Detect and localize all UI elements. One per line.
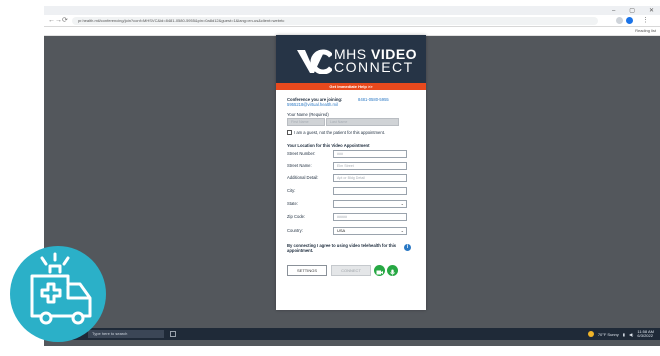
- window-controls: – ▢ ✕: [612, 6, 654, 15]
- country-select[interactable]: USA ⌄: [333, 227, 407, 235]
- get-help-link[interactable]: Get Immediate Help >>: [276, 83, 426, 90]
- city-input[interactable]: [333, 187, 407, 195]
- brand-subtitle: CONNECT: [334, 59, 414, 75]
- street-number-input[interactable]: ###: [333, 150, 407, 158]
- weather-text[interactable]: 70°F Sunny: [598, 332, 619, 337]
- camera-toggle-button[interactable]: [374, 265, 385, 276]
- clock[interactable]: 11:58 AM 6/3/2022: [637, 330, 654, 338]
- desktop-screenshot: – ▢ ✕ ← → ⟳ pr.health.mil/conferencing/j…: [44, 6, 660, 346]
- zip-code-label: Zip Code:: [287, 214, 306, 219]
- settings-button[interactable]: SETTINGS: [287, 265, 327, 276]
- additional-detail-input[interactable]: Apt or Bldg Detail: [333, 174, 407, 182]
- connect-button[interactable]: CONNECT: [331, 265, 371, 276]
- clock-date: 6/3/2022: [637, 333, 653, 338]
- ambulance-icon: [30, 252, 92, 325]
- chevron-down-icon: ⌄: [400, 201, 404, 206]
- last-name-input[interactable]: Last Name: [326, 118, 399, 126]
- url-bar[interactable]: pr.health.mil/conferencing/join?conf=MHS…: [72, 17, 598, 25]
- chevron-down-icon: ⌄: [400, 228, 404, 233]
- camera-icon: [376, 270, 383, 275]
- close-window-button[interactable]: ✕: [649, 7, 654, 14]
- info-icon[interactable]: i: [404, 244, 411, 251]
- video-connect-card: MHS VIDEO CONNECT Get Immediate Help >> …: [276, 35, 426, 310]
- window-title-bar: – ▢ ✕: [44, 6, 660, 15]
- menu-icon[interactable]: ⋮: [642, 16, 649, 26]
- guest-checkbox[interactable]: [287, 130, 292, 135]
- conference-id: 8481-0580-5955: [358, 97, 389, 102]
- street-name-label: Street Name:: [287, 163, 312, 168]
- microphone-icon: [390, 269, 395, 276]
- back-icon[interactable]: ←: [48, 16, 55, 26]
- city-label: City:: [287, 188, 296, 193]
- card-header: MHS VIDEO CONNECT: [276, 35, 426, 83]
- reading-list-link[interactable]: Reading list: [635, 28, 656, 33]
- country-label: Country:: [287, 228, 303, 233]
- task-view-icon[interactable]: [170, 331, 176, 337]
- microphone-toggle-button[interactable]: [387, 265, 398, 276]
- consent-text: By connecting I agree to using video tel…: [287, 243, 397, 253]
- street-name-input[interactable]: Elm Street: [333, 162, 407, 170]
- maximize-button[interactable]: ▢: [629, 7, 635, 14]
- weather-icon: [587, 331, 594, 337]
- forward-icon[interactable]: →: [55, 16, 62, 26]
- ambulance-badge: [10, 246, 106, 342]
- state-label: State:: [287, 201, 298, 206]
- conference-domain: 5955218@virtual.health.mil: [287, 102, 338, 107]
- profile-icon[interactable]: [626, 17, 633, 24]
- reload-icon[interactable]: ⟳: [62, 16, 68, 26]
- street-number-label: Street Number:: [287, 151, 316, 156]
- zip-code-input[interactable]: #####: [333, 213, 407, 221]
- country-value: USA: [337, 228, 346, 233]
- windows-taskbar: Type here to search 70°F Sunny ▮ ◀) 11:5…: [44, 328, 660, 340]
- network-icon[interactable]: ▮: [623, 332, 625, 337]
- first-name-input[interactable]: First Name: [287, 118, 325, 126]
- minimize-button[interactable]: –: [612, 8, 615, 14]
- guest-label: I am a guest, not the patient for this a…: [294, 130, 386, 135]
- name-label: Your Name (Required): [287, 112, 329, 117]
- extension-icon[interactable]: [616, 17, 623, 24]
- volume-icon[interactable]: ◀): [629, 332, 633, 337]
- state-select[interactable]: ⌄: [333, 200, 407, 208]
- browser-toolbar: ← → ⟳ pr.health.mil/conferencing/join?co…: [44, 15, 660, 27]
- additional-detail-label: Additional Detail:: [287, 175, 319, 180]
- system-tray: 70°F Sunny ▮ ◀) 11:58 AM 6/3/2022: [587, 330, 654, 338]
- location-heading: Your Location for this Video Appointment: [287, 143, 370, 148]
- vc-logo-icon: [297, 49, 332, 74]
